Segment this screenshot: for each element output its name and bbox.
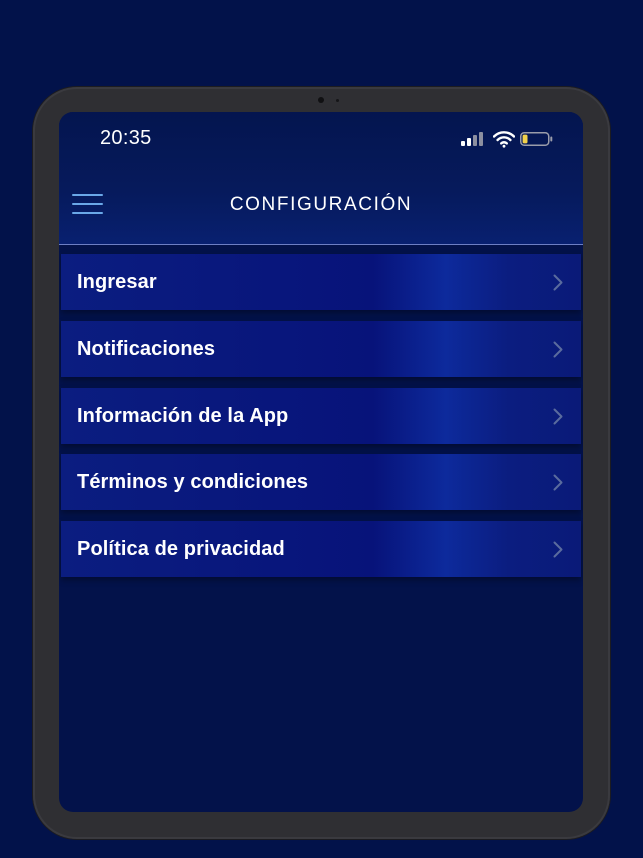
chevron-right-icon [553, 341, 563, 358]
ambient-sensor [336, 99, 339, 102]
menu-item-label: Información de la App [77, 405, 289, 427]
chevron-right-icon [553, 541, 563, 558]
menu-item-label: Términos y condiciones [77, 471, 309, 493]
menu-item-notificaciones[interactable]: Notificaciones [61, 321, 581, 377]
menu-item-label: Ingresar [77, 271, 157, 293]
menu-item-ingresar[interactable]: Ingresar [61, 254, 581, 310]
status-time: 20:35 [100, 127, 152, 149]
page-title: CONFIGURACIÓN [229, 194, 413, 215]
menu-item-label: Notificaciones [77, 338, 216, 360]
app-screen: 20:35 CONFIGURACIÓN Ingresar Notificacio… [59, 112, 583, 812]
front-camera [318, 97, 324, 103]
battery-icon [520, 132, 553, 146]
menu-item-informacion-app[interactable]: Información de la App [61, 388, 581, 444]
app-header: 20:35 CONFIGURACIÓN [59, 112, 583, 245]
chevron-right-icon [553, 474, 563, 491]
menu-item-label: Política de privacidad [77, 538, 285, 560]
chevron-right-icon [553, 408, 563, 425]
menu-item-terminos[interactable]: Términos y condiciones [61, 454, 581, 510]
cellular-signal-icon [461, 130, 487, 148]
menu-item-privacidad[interactable]: Política de privacidad [61, 521, 581, 577]
wifi-icon [493, 131, 515, 148]
chevron-right-icon [553, 274, 563, 291]
